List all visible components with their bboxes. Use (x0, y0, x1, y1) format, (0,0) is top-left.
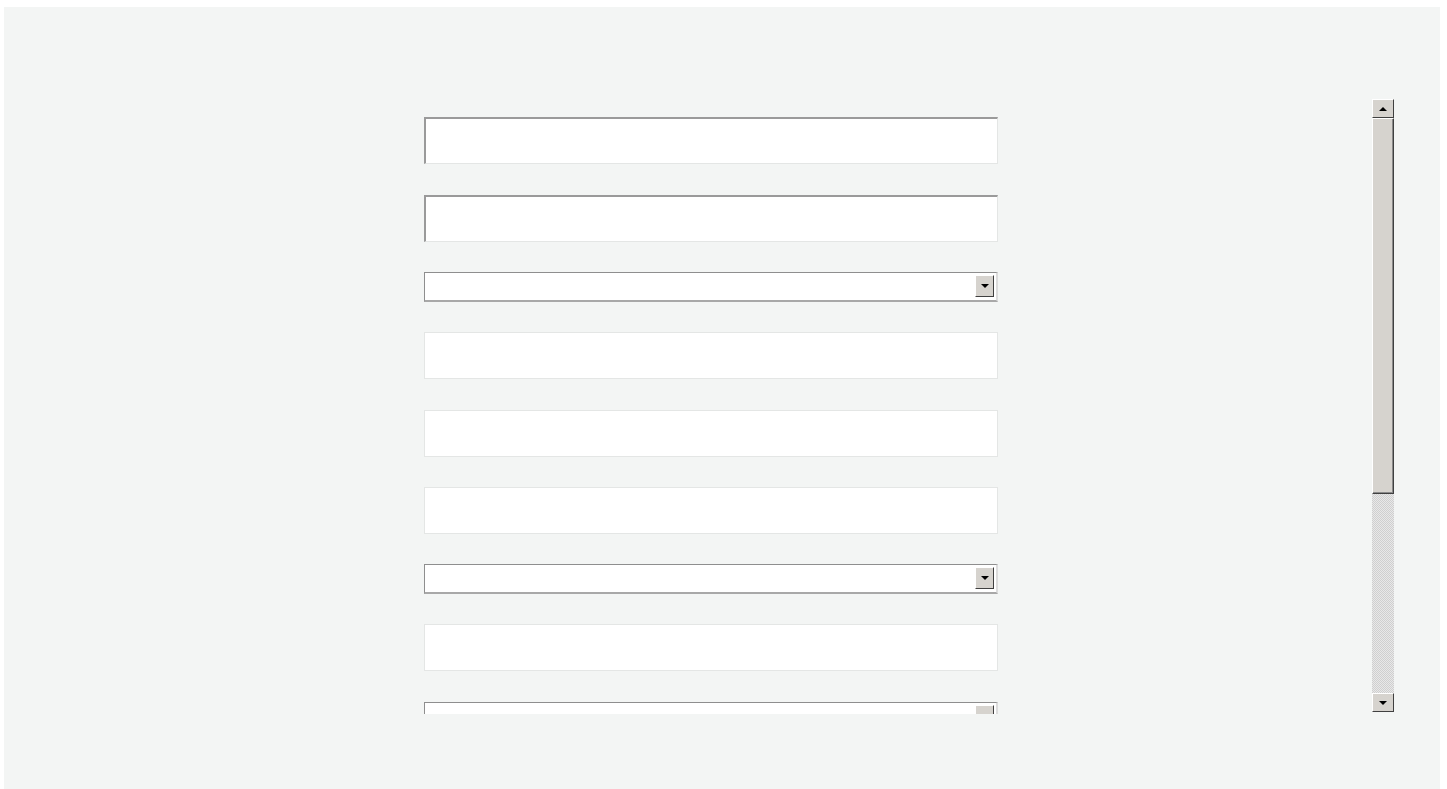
select-field-3[interactable] (424, 702, 998, 714)
text-field-5[interactable] (424, 487, 998, 534)
dropdown-button[interactable] (975, 567, 994, 589)
dropdown-button[interactable] (975, 705, 994, 714)
vertical-scrollbar[interactable] (1372, 99, 1394, 712)
text-field-1[interactable] (424, 117, 998, 164)
triangle-up-icon (1379, 106, 1387, 111)
dropdown-button[interactable] (975, 275, 994, 297)
form-scroll-viewport (424, 117, 1004, 714)
scrollbar-thumb[interactable] (1372, 118, 1394, 494)
chevron-down-icon (980, 576, 989, 580)
page-frame (4, 7, 1440, 789)
select-field-2[interactable] (424, 564, 998, 594)
text-field-3[interactable] (424, 332, 998, 379)
scroll-down-button[interactable] (1372, 693, 1394, 712)
chevron-down-icon (980, 284, 989, 288)
triangle-down-icon (1379, 700, 1387, 705)
scroll-up-button[interactable] (1372, 99, 1394, 118)
text-field-2[interactable] (424, 195, 998, 242)
text-field-6[interactable] (424, 624, 998, 671)
text-field-4[interactable] (424, 410, 998, 457)
select-field-1[interactable] (424, 272, 998, 302)
